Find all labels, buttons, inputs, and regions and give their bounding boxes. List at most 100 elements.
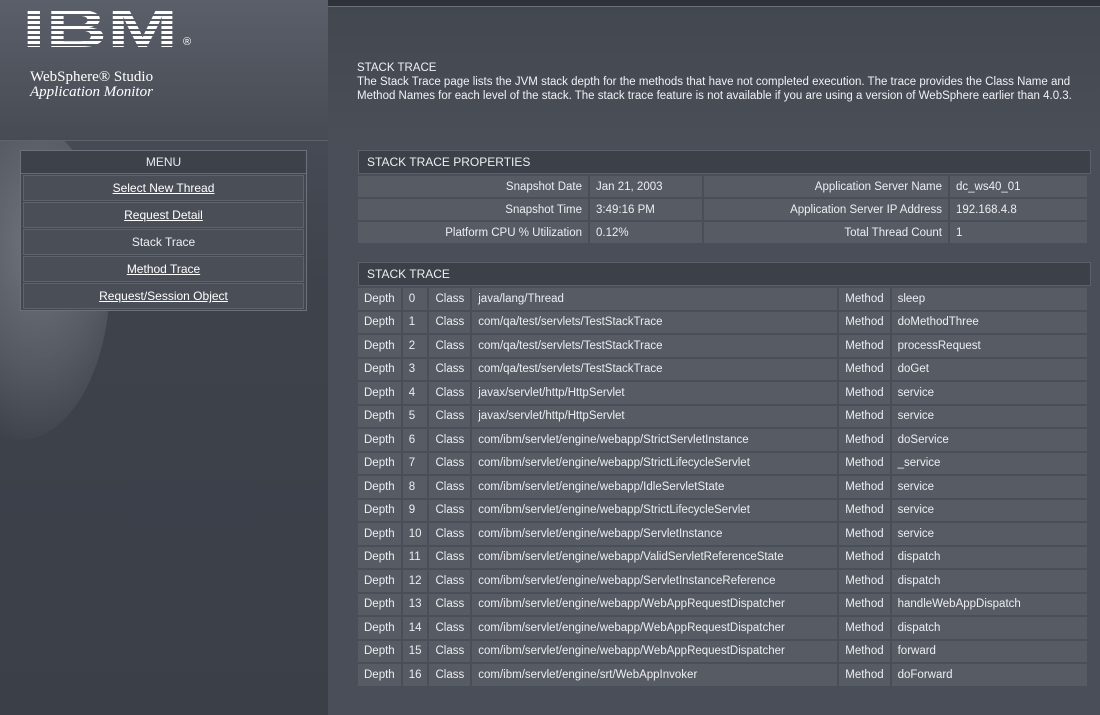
menu: MENU Select New Thread Request Detail St… [20, 150, 307, 311]
class-name: com/ibm/servlet/engine/webapp/WebAppRequ… [472, 640, 838, 662]
depth-value: 10 [402, 523, 428, 545]
property-value: 0.12% [590, 222, 702, 243]
menu-item-method-trace[interactable]: Method Trace [23, 256, 304, 282]
depth-value: 0 [402, 288, 428, 310]
stack-trace-row: Depth 14 Class com/ibm/servlet/engine/webap… [358, 617, 1087, 639]
method-label: Method [839, 358, 890, 380]
ibm-logo-text: IBM [22, 6, 178, 48]
method-label: Method [839, 499, 890, 521]
stack-trace-row: Depth 16 Class com/ibm/servlet/engine/srt/W… [358, 664, 1087, 686]
class-name: com/ibm/servlet/engine/webapp/StrictLife… [472, 452, 838, 474]
depth-label: Depth [358, 570, 401, 592]
depth-label: Depth [358, 593, 401, 615]
method-name: dispatch [891, 570, 1087, 592]
method-name: forward [891, 640, 1087, 662]
property-value: 3:49:16 PM [590, 199, 702, 220]
depth-value: 13 [402, 593, 428, 615]
class-label: Class [429, 546, 471, 568]
stack-trace-row: Depth 5 Class javax/servlet/http/HttpServle… [358, 405, 1087, 427]
class-name: com/ibm/servlet/engine/webapp/WebAppRequ… [472, 593, 838, 615]
method-label: Method [839, 311, 890, 333]
stack-trace-row: Depth 13 Class com/ibm/servlet/engine/webap… [358, 593, 1087, 615]
depth-label: Depth [358, 546, 401, 568]
depth-label: Depth [358, 523, 401, 545]
stack-trace-row: Depth 11 Class com/ibm/servlet/engine/webap… [358, 546, 1087, 568]
method-label: Method [839, 452, 890, 474]
method-label: Method [839, 335, 890, 357]
properties-table: Snapshot Date Jan 21, 2003 Application Ser… [356, 174, 1089, 245]
property-value: 192.168.4.8 [950, 199, 1087, 220]
property-label: Application Server IP Address [704, 199, 948, 220]
depth-value: 12 [402, 570, 428, 592]
menu-item-request-detail[interactable]: Request Detail [23, 202, 304, 228]
stack-trace-row: Depth 0 Class java/lang/Thread Method sleep [358, 288, 1087, 310]
class-label: Class [429, 476, 471, 498]
class-label: Class [429, 382, 471, 404]
method-label: Method [839, 382, 890, 404]
stack-trace-properties-panel: STACK TRACE PROPERTIES Snapshot Date Jan … [358, 150, 1091, 245]
depth-label: Depth [358, 664, 401, 686]
menu-item-request-session-object[interactable]: Request/Session Object [23, 283, 304, 309]
class-name: com/qa/test/servlets/TestStackTrace [472, 358, 838, 380]
class-label: Class [429, 499, 471, 521]
property-label: Platform CPU % Utilization [358, 222, 588, 243]
stack-trace-row: Depth 7 Class com/ibm/servlet/engine/webapp… [358, 452, 1087, 474]
method-name: dispatch [891, 617, 1087, 639]
page-description: The Stack Trace page lists the JVM stack… [357, 76, 1072, 102]
class-label: Class [429, 640, 471, 662]
property-label: Snapshot Date [358, 176, 588, 197]
method-label: Method [839, 546, 890, 568]
method-name: dispatch [891, 546, 1087, 568]
class-label: Class [429, 664, 471, 686]
depth-value: 6 [402, 429, 428, 451]
class-label: Class [429, 593, 471, 615]
menu-item-select-new-thread[interactable]: Select New Thread [23, 175, 304, 201]
properties-row: Snapshot Date Jan 21, 2003 Application Ser… [358, 176, 1087, 197]
class-name: com/qa/test/servlets/TestStackTrace [472, 311, 838, 333]
property-value: dc_ws40_01 [950, 176, 1087, 197]
class-label: Class [429, 570, 471, 592]
method-name: doService [891, 429, 1087, 451]
stack-trace-row: Depth 1 Class com/qa/test/servlets/TestStac… [358, 311, 1087, 333]
method-name: doGet [891, 358, 1087, 380]
method-name: sleep [891, 288, 1087, 310]
class-label: Class [429, 617, 471, 639]
class-label: Class [429, 523, 471, 545]
class-label: Class [429, 288, 471, 310]
method-label: Method [839, 570, 890, 592]
method-label: Method [839, 640, 890, 662]
stack-trace-row: Depth 12 Class com/ibm/servlet/engine/webap… [358, 570, 1087, 592]
depth-label: Depth [358, 358, 401, 380]
menu-item-stack-trace: Stack Trace [23, 229, 304, 255]
class-label: Class [429, 452, 471, 474]
method-name: service [891, 476, 1087, 498]
properties-row: Platform CPU % Utilization 0.12% Total Thr… [358, 222, 1087, 243]
sidebar: IBM ® WebSphere® Studio Application Moni… [0, 0, 328, 715]
class-name: com/ibm/servlet/engine/webapp/StrictLife… [472, 499, 838, 521]
class-label: Class [429, 429, 471, 451]
depth-label: Depth [358, 405, 401, 427]
property-label: Application Server Name [704, 176, 948, 197]
class-name: com/ibm/servlet/engine/webapp/ServletIns… [472, 570, 838, 592]
method-label: Method [839, 664, 890, 686]
class-name: java/lang/Thread [472, 288, 838, 310]
method-label: Method [839, 617, 890, 639]
depth-label: Depth [358, 311, 401, 333]
method-label: Method [839, 405, 890, 427]
class-name: com/ibm/servlet/engine/srt/WebAppInvoker [472, 664, 838, 686]
property-label: Total Thread Count [704, 222, 948, 243]
depth-label: Depth [358, 382, 401, 404]
method-label: Method [839, 288, 890, 310]
method-name: doMethodThree [891, 311, 1087, 333]
method-label: Method [839, 593, 890, 615]
property-value: Jan 21, 2003 [590, 176, 702, 197]
class-name: javax/servlet/http/HttpServlet [472, 405, 838, 427]
method-label: Method [839, 523, 890, 545]
method-name: processRequest [891, 335, 1087, 357]
depth-value: 5 [402, 405, 428, 427]
class-name: com/ibm/servlet/engine/webapp/ServletIns… [472, 523, 838, 545]
method-name: service [891, 405, 1087, 427]
class-label: Class [429, 311, 471, 333]
stack-trace-table: Depth 0 Class java/lang/Thread Method sleep De… [356, 286, 1089, 688]
ibm-logo: IBM [22, 6, 178, 48]
